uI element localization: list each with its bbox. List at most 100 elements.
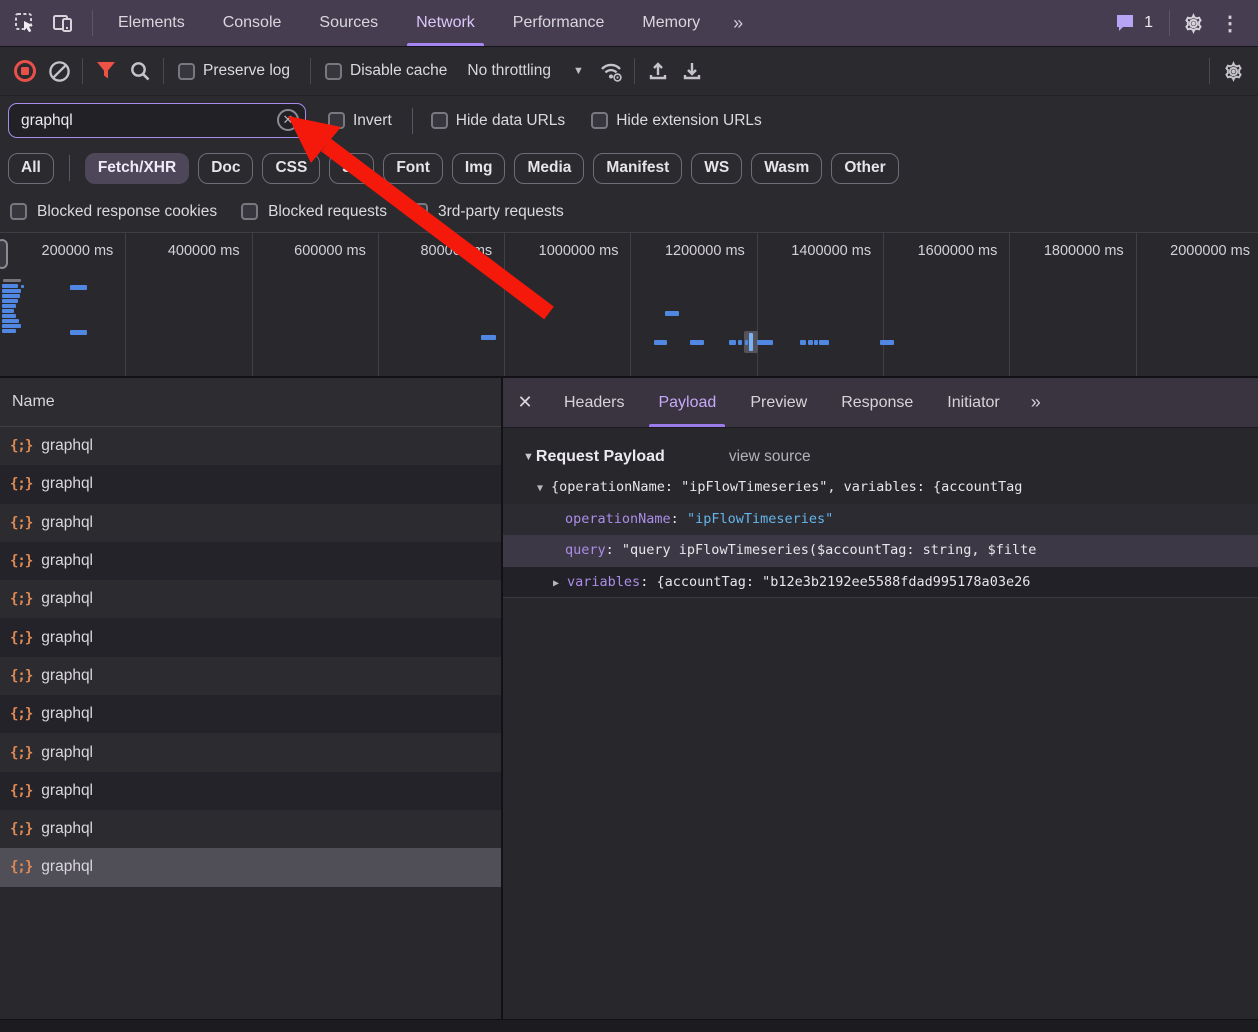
- tab-memory[interactable]: Memory: [623, 0, 719, 46]
- request-row[interactable]: {;}graphql: [0, 848, 501, 886]
- -rd-party-requests-checkbox[interactable]: [411, 203, 428, 220]
- filter-bar: ✕ Invert Hide data URLs Hide extension U…: [0, 96, 1258, 145]
- section-collapse-icon[interactable]: ▼: [523, 451, 534, 463]
- request-row[interactable]: {;} graphql: [0, 427, 501, 465]
- payload-row-query[interactable]: query: "query ipFlowTimeseries($accountT…: [503, 535, 1258, 567]
- timeline-tick-label: 200000 ms: [0, 233, 126, 376]
- issues-count[interactable]: 1: [1144, 14, 1153, 32]
- expander-icon[interactable]: ▼: [537, 483, 543, 494]
- filter-chip-doc[interactable]: Doc: [198, 153, 253, 184]
- filter-chip-ws[interactable]: WS: [691, 153, 742, 184]
- invert-checkbox[interactable]: [328, 112, 345, 129]
- waterfall-bar: [2, 314, 16, 318]
- import-har-icon[interactable]: [641, 54, 675, 88]
- request-row[interactable]: {;}graphql: [0, 695, 501, 733]
- detail-tab-response[interactable]: Response: [824, 378, 930, 427]
- json-file-icon: {;}: [10, 783, 32, 799]
- detail-tab-headers[interactable]: Headers: [547, 378, 641, 427]
- disable-cache-checkbox[interactable]: [325, 63, 342, 80]
- timeline-tick-label: 1800000 ms: [1010, 233, 1136, 376]
- close-detail-icon[interactable]: ✕: [503, 378, 547, 427]
- payload-colon: :: [606, 542, 622, 558]
- hide-extension-urls-checkbox[interactable]: [591, 112, 608, 129]
- request-row[interactable]: {;}graphql: [0, 657, 501, 695]
- kebab-menu-icon[interactable]: ⋮: [1210, 11, 1250, 36]
- timeline-tick-label: 1400000 ms: [758, 233, 884, 376]
- payload-value: "ipFlowTimeseries": [687, 511, 833, 527]
- request-row[interactable]: {;}graphql: [0, 465, 501, 503]
- search-icon[interactable]: [123, 54, 157, 88]
- blocked-requests-checkbox[interactable]: [241, 203, 258, 220]
- filter-chip-img[interactable]: Img: [452, 153, 506, 184]
- payload-row-variables[interactable]: ▶variables: {accountTag: "b12e3b2192ee55…: [503, 567, 1258, 599]
- tab-performance[interactable]: Performance: [494, 0, 624, 46]
- clear-network-log-icon[interactable]: [42, 54, 76, 88]
- network-overview-timeline[interactable]: 200000 ms400000 ms600000 ms800000 ms1000…: [0, 232, 1258, 378]
- payload-key: operationName: [565, 511, 671, 527]
- filter-chip-media[interactable]: Media: [514, 153, 584, 184]
- filter-chip-manifest[interactable]: Manifest: [593, 153, 682, 184]
- checkbox-label: 3rd-party requests: [438, 203, 564, 221]
- preserve-log-checkbox[interactable]: [178, 63, 195, 80]
- name-column-header[interactable]: Name: [0, 378, 501, 427]
- detail-tab-initiator[interactable]: Initiator: [930, 378, 1016, 427]
- filter-chip-font[interactable]: Font: [383, 153, 443, 184]
- filter-chip-fetchxhr[interactable]: Fetch/XHR: [85, 153, 189, 184]
- request-name: graphql: [41, 437, 93, 455]
- filter-chip-all[interactable]: All: [8, 153, 54, 184]
- record-network-log-icon[interactable]: [8, 54, 42, 88]
- device-toolbar-icon[interactable]: [46, 6, 80, 40]
- waterfall-bar: [654, 340, 667, 345]
- export-har-icon[interactable]: [675, 54, 709, 88]
- request-row[interactable]: {;} graphql: [0, 772, 501, 810]
- request-row[interactable]: {;}graphql: [0, 810, 501, 848]
- filter-chip-other[interactable]: Other: [831, 153, 898, 184]
- request-row[interactable]: {;}graphql: [0, 580, 501, 618]
- hide-data-urls-checkbox[interactable]: [431, 112, 448, 129]
- network-conditions-icon[interactable]: [594, 54, 628, 88]
- request-row[interactable]: {;}graphql: [0, 542, 501, 580]
- filter-input[interactable]: [8, 103, 306, 138]
- blocked-response-cookies-checkbox[interactable]: [10, 203, 27, 220]
- tab-network[interactable]: Network: [397, 0, 494, 46]
- json-file-icon: {;}: [10, 706, 32, 722]
- waterfall-bar: [2, 284, 18, 288]
- expander-icon[interactable]: ▶: [553, 578, 559, 589]
- payload-value: "query ipFlowTimeseries($accountTag: str…: [622, 542, 1037, 558]
- request-row[interactable]: {;}graphql: [0, 618, 501, 656]
- payload-summary-row[interactable]: ▼{operationName: "ipFlowTimeseries", var…: [503, 472, 1258, 504]
- bottom-scrollbar-strip[interactable]: [0, 1019, 1258, 1032]
- waterfall-bar: [729, 340, 736, 345]
- request-row[interactable]: {;}graphql: [0, 733, 501, 771]
- request-row[interactable]: {;}graphql: [0, 504, 501, 542]
- issues-icon[interactable]: [1112, 6, 1138, 40]
- divider: [1209, 58, 1210, 84]
- payload-row-operationName[interactable]: operationName: "ipFlowTimeseries": [503, 504, 1258, 536]
- waterfall-bar: [2, 289, 21, 293]
- settings-gear-icon[interactable]: [1176, 6, 1210, 40]
- request-name: graphql: [41, 782, 93, 800]
- detail-tab-preview[interactable]: Preview: [733, 378, 824, 427]
- more-detail-tabs-icon[interactable]: »: [1017, 392, 1053, 413]
- filter-chip-css[interactable]: CSS: [262, 153, 320, 184]
- detail-tab-payload[interactable]: Payload: [641, 378, 733, 427]
- filter-chip-wasm[interactable]: Wasm: [751, 153, 822, 184]
- waterfall-bar: [800, 340, 806, 345]
- inspect-element-icon[interactable]: [8, 6, 42, 40]
- filter-icon[interactable]: [89, 54, 123, 88]
- extra-filters: Blocked response cookiesBlocked requests…: [0, 191, 1258, 232]
- payload-colon: :: [640, 574, 656, 590]
- filter-chip-js[interactable]: JS: [329, 153, 374, 184]
- tab-console[interactable]: Console: [204, 0, 301, 46]
- payload-key: query: [565, 542, 606, 558]
- timeline-scroll-handle[interactable]: [0, 239, 8, 269]
- json-file-icon: {;}: [10, 438, 32, 454]
- view-source-link[interactable]: view source: [729, 448, 811, 466]
- more-tabs-icon[interactable]: »: [719, 13, 755, 34]
- invert-label: Invert: [353, 112, 392, 130]
- tab-elements[interactable]: Elements: [99, 0, 204, 46]
- tab-sources[interactable]: Sources: [300, 0, 397, 46]
- throttling-select[interactable]: No throttling ▼: [467, 62, 583, 80]
- network-settings-gear-icon[interactable]: [1216, 54, 1250, 88]
- clear-filter-icon[interactable]: ✕: [277, 109, 299, 131]
